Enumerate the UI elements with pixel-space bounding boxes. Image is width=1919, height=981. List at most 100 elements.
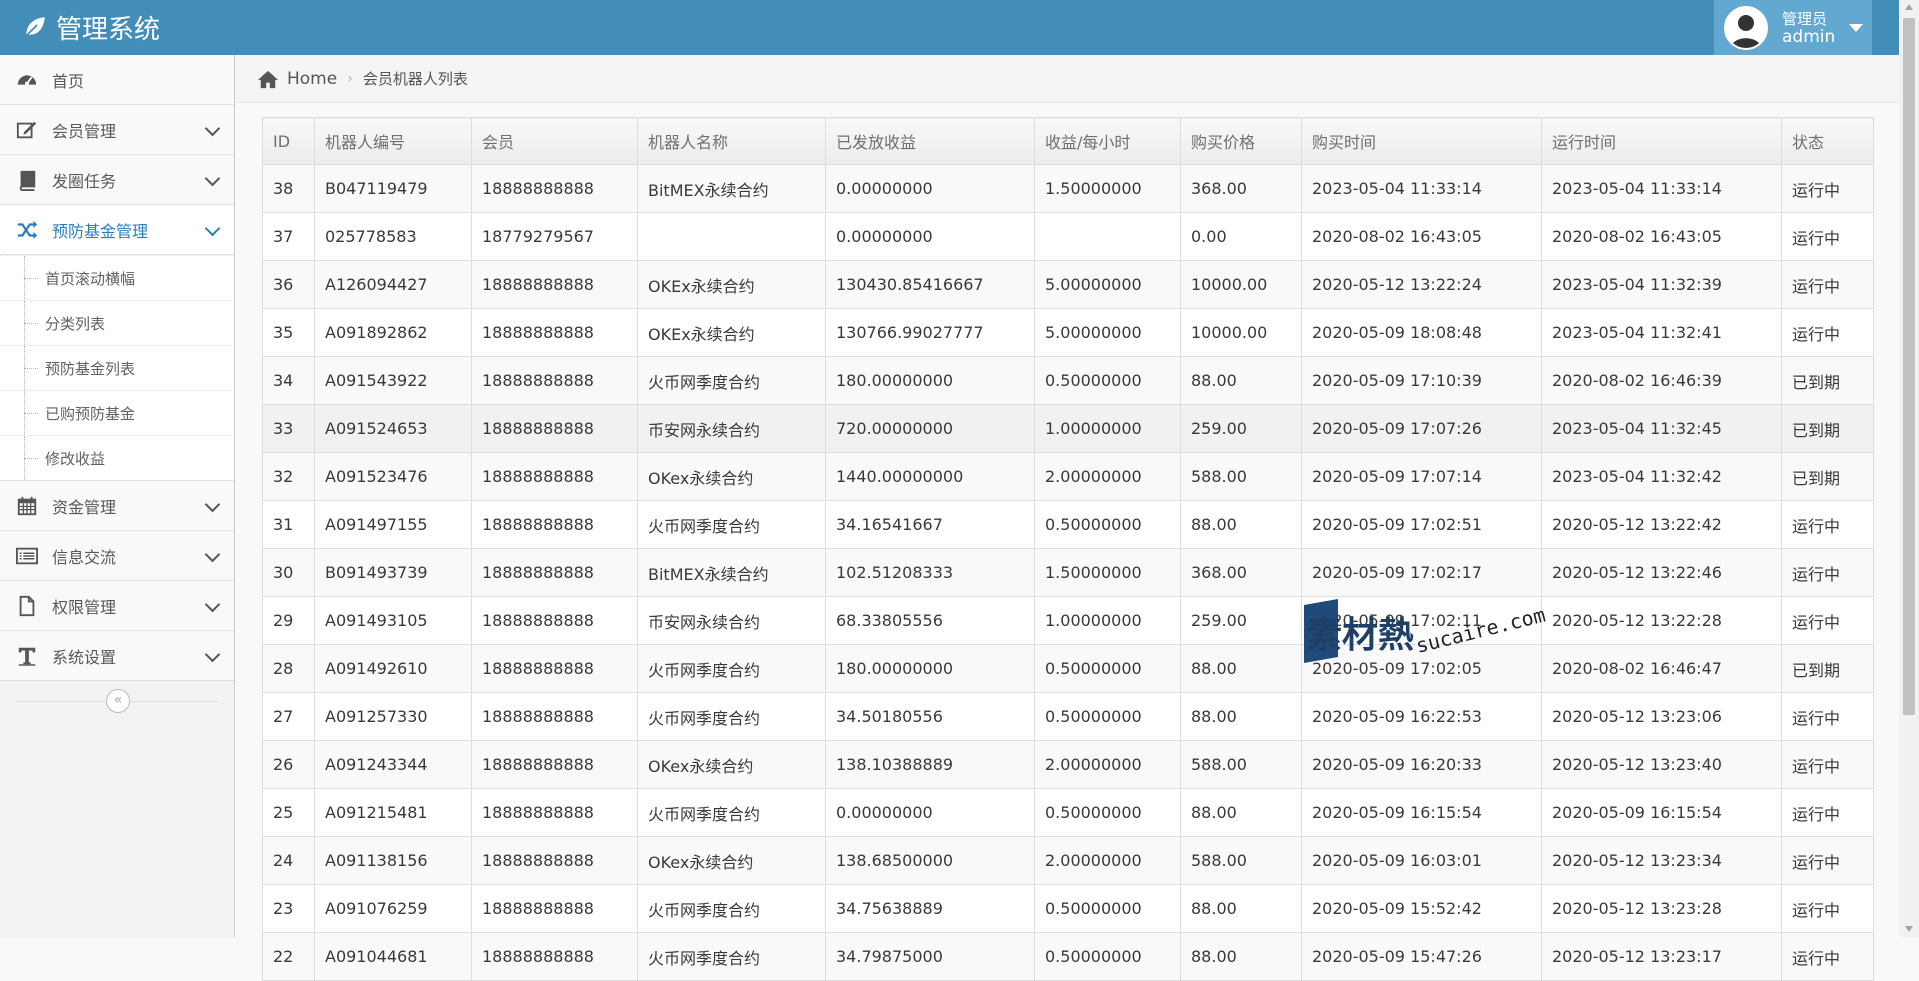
sidebar-item-tasks[interactable]: 发圈任务 bbox=[0, 155, 234, 205]
table-cell: 36 bbox=[262, 260, 315, 309]
table-cell: 720.00000000 bbox=[825, 404, 1035, 453]
sidebar-item-settings[interactable]: 系统设置 bbox=[0, 631, 234, 681]
table-cell: 18888888888 bbox=[471, 884, 638, 933]
user-name: admin bbox=[1782, 26, 1836, 47]
table-cell: 27 bbox=[262, 692, 315, 741]
sidebar-item-label: 信息交流 bbox=[52, 547, 117, 567]
table-row[interactable]: 23 A091076259 18888888888 火币网季度合约 34.7563888… bbox=[262, 884, 1874, 933]
table-cell: 34.75638889 bbox=[825, 884, 1035, 933]
table-row[interactable]: 36 A126094427 18888888888 OKEx永续合约 130430.85… bbox=[262, 260, 1874, 309]
table-cell: 2020-05-09 17:07:14 bbox=[1301, 452, 1542, 501]
column-header: 已发放收益 bbox=[825, 117, 1035, 165]
table-cell: 1440.00000000 bbox=[825, 452, 1035, 501]
table-cell: 火币网季度合约 bbox=[637, 500, 826, 549]
double-chevron-left-icon: « bbox=[113, 692, 123, 708]
chevron-down-icon bbox=[204, 596, 221, 613]
table-row[interactable]: 22 A091044681 18888888888 火币网季度合约 34.7987500… bbox=[262, 932, 1874, 981]
column-header: ID bbox=[262, 117, 315, 165]
table-cell: A091138156 bbox=[314, 836, 472, 885]
table-row[interactable]: 30 B091493739 18888888888 BitMEX永续合约 102.512… bbox=[262, 548, 1874, 597]
table-cell: 2020-05-12 13:23:34 bbox=[1541, 836, 1782, 885]
table-row[interactable]: 26 A091243344 18888888888 OKex永续合约 138.10388… bbox=[262, 740, 1874, 789]
submenu-item-purchased[interactable]: 已购预防基金 bbox=[0, 390, 234, 435]
table-row[interactable]: 38 B047119479 18888888888 BitMEX永续合约 0.00000… bbox=[262, 164, 1874, 213]
table-cell: 运行中 bbox=[1781, 788, 1874, 837]
sidebar-item-permissions[interactable]: 权限管理 bbox=[0, 581, 234, 631]
breadcrumb-separator: › bbox=[347, 70, 353, 87]
table-cell: 2020-05-12 13:22:28 bbox=[1541, 596, 1782, 645]
table-cell: 23 bbox=[262, 884, 315, 933]
table-cell: 2020-05-09 17:02:17 bbox=[1301, 548, 1542, 597]
table-cell: 25 bbox=[262, 788, 315, 837]
table-cell: 运行中 bbox=[1781, 164, 1874, 213]
sidebar-item-home[interactable]: 首页 bbox=[0, 55, 234, 105]
table-cell: 0.50000000 bbox=[1034, 692, 1181, 741]
brand[interactable]: 管理系统 bbox=[22, 10, 160, 45]
table-cell: 2020-05-09 17:07:26 bbox=[1301, 404, 1542, 453]
sidebar-item-members[interactable]: 会员管理 bbox=[0, 105, 234, 155]
table-cell: A126094427 bbox=[314, 260, 472, 309]
scroll-up-arrow-icon[interactable] bbox=[1905, 4, 1913, 10]
table-cell: 0.50000000 bbox=[1034, 932, 1181, 981]
table-cell: A091524653 bbox=[314, 404, 472, 453]
table-cell: OKex永续合约 bbox=[637, 836, 826, 885]
table-cell: 18888888888 bbox=[471, 404, 638, 453]
collapse-sidebar-button[interactable]: « bbox=[106, 689, 130, 713]
table-body: 38 B047119479 18888888888 BitMEX永续合约 0.00000… bbox=[262, 164, 1874, 981]
table-cell: 已到期 bbox=[1781, 644, 1874, 693]
table-cell: 0.50000000 bbox=[1034, 644, 1181, 693]
table-cell: 28 bbox=[262, 644, 315, 693]
sidebar-item-label: 资金管理 bbox=[52, 497, 117, 517]
table-row[interactable]: 29 A091493105 18888888888 币安网永续合约 68.3380555… bbox=[262, 596, 1874, 645]
table-row[interactable]: 24 A091138156 18888888888 OKex永续合约 138.68500… bbox=[262, 836, 1874, 885]
table-cell: 31 bbox=[262, 500, 315, 549]
table-cell: 0.50000000 bbox=[1034, 500, 1181, 549]
scroll-down-arrow-icon[interactable] bbox=[1905, 926, 1913, 932]
vertical-scrollbar[interactable] bbox=[1899, 0, 1919, 937]
table-cell: A091044681 bbox=[314, 932, 472, 981]
table-cell: 币安网永续合约 bbox=[637, 404, 826, 453]
table-cell: 10000.00 bbox=[1180, 308, 1302, 357]
caret-down-icon[interactable] bbox=[1849, 23, 1864, 32]
table-row[interactable]: 28 A091492610 18888888888 火币网季度合约 180.000000… bbox=[262, 644, 1874, 693]
user-menu[interactable]: 管理员 admin bbox=[1714, 0, 1872, 55]
table-cell: 火币网季度合约 bbox=[637, 692, 826, 741]
sidebar-item-fund-management[interactable]: 预防基金管理 bbox=[0, 205, 234, 255]
table-row[interactable]: 33 A091524653 18888888888 币安网永续合约 720.000000… bbox=[262, 404, 1874, 453]
table-cell: 运行中 bbox=[1781, 308, 1874, 357]
table-cell: 2020-05-09 15:47:26 bbox=[1301, 932, 1542, 981]
breadcrumb-home-link[interactable]: Home bbox=[287, 69, 337, 89]
table-cell: 180.00000000 bbox=[825, 644, 1035, 693]
table-cell: A091543922 bbox=[314, 356, 472, 405]
table-cell: 0.00000000 bbox=[825, 788, 1035, 837]
table-cell: 588.00 bbox=[1180, 740, 1302, 789]
table-cell: 18888888888 bbox=[471, 596, 638, 645]
table-cell: A091243344 bbox=[314, 740, 472, 789]
sidebar-item-messages[interactable]: 信息交流 bbox=[0, 531, 234, 581]
table-cell: 588.00 bbox=[1180, 452, 1302, 501]
table-cell: 180.00000000 bbox=[825, 356, 1035, 405]
table-cell: 88.00 bbox=[1180, 644, 1302, 693]
table-cell: 已到期 bbox=[1781, 404, 1874, 453]
submenu-item-banner[interactable]: 首页滚动横幅 bbox=[0, 255, 234, 300]
text-icon bbox=[16, 645, 38, 667]
table-row[interactable]: 31 A091497155 18888888888 火币网季度合约 34.1654166… bbox=[262, 500, 1874, 549]
submenu-item-edit-earnings[interactable]: 修改收益 bbox=[0, 435, 234, 480]
table-cell: 35 bbox=[262, 308, 315, 357]
chevron-down-icon bbox=[204, 646, 221, 663]
submenu-item-categories[interactable]: 分类列表 bbox=[0, 300, 234, 345]
table-row[interactable]: 25 A091215481 18888888888 火币网季度合约 0.00000000… bbox=[262, 788, 1874, 837]
table-cell: 2020-05-09 17:02:05 bbox=[1301, 644, 1542, 693]
table-row[interactable]: 27 A091257330 18888888888 火币网季度合约 34.5018055… bbox=[262, 692, 1874, 741]
table-row[interactable]: 35 A091892862 18888888888 OKEx永续合约 130766.99… bbox=[262, 308, 1874, 357]
submenu-item-fund-list[interactable]: 预防基金列表 bbox=[0, 345, 234, 390]
table-cell: 34 bbox=[262, 356, 315, 405]
table-row[interactable]: 37 025778583 18779279567 0.00000000 0.00 2020… bbox=[262, 212, 1874, 261]
avatar bbox=[1724, 5, 1768, 50]
scrollbar-thumb[interactable] bbox=[1903, 18, 1915, 715]
table-row[interactable]: 34 A091543922 18888888888 火币网季度合约 180.000000… bbox=[262, 356, 1874, 405]
table-cell: 24 bbox=[262, 836, 315, 885]
sidebar-item-finance[interactable]: 资金管理 bbox=[0, 481, 234, 531]
table-row[interactable]: 32 A091523476 18888888888 OKex永续合约 1440.0000… bbox=[262, 452, 1874, 501]
chevron-down-icon bbox=[204, 120, 221, 137]
